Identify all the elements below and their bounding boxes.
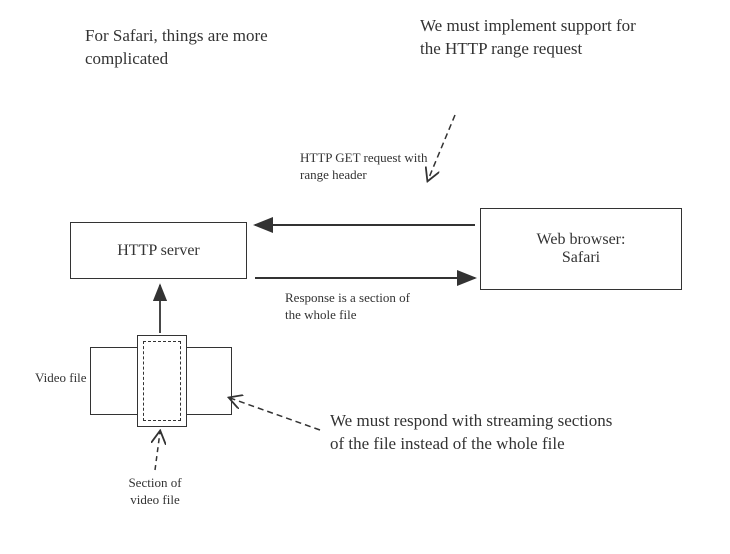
section-label-line1: Section of bbox=[128, 475, 181, 490]
title-left-text: For Safari, things are more complicated bbox=[85, 25, 295, 71]
http-server-label: HTTP server bbox=[117, 242, 200, 260]
section-label-line2: video file bbox=[130, 492, 179, 507]
http-server-box: HTTP server bbox=[70, 222, 247, 279]
request-label: HTTP GET request with range header bbox=[300, 150, 430, 184]
section-label-arrow bbox=[155, 432, 160, 470]
video-file-diagram bbox=[90, 347, 232, 415]
response-label: Response is a section of the whole file bbox=[285, 290, 415, 324]
explanation-text: We must respond with streaming sections … bbox=[330, 410, 630, 456]
section-label: Section of video file bbox=[110, 475, 200, 509]
video-section-dashed-box bbox=[143, 341, 181, 421]
title-right-text: We must implement support for the HTTP r… bbox=[420, 15, 650, 61]
browser-label-line2: Safari bbox=[562, 249, 600, 267]
browser-box: Web browser: Safari bbox=[480, 208, 682, 290]
browser-label-line1: Web browser: bbox=[537, 231, 626, 249]
explanation-arrow bbox=[230, 398, 320, 430]
video-file-label: Video file bbox=[35, 370, 95, 387]
dashed-arrow-top bbox=[428, 115, 455, 180]
